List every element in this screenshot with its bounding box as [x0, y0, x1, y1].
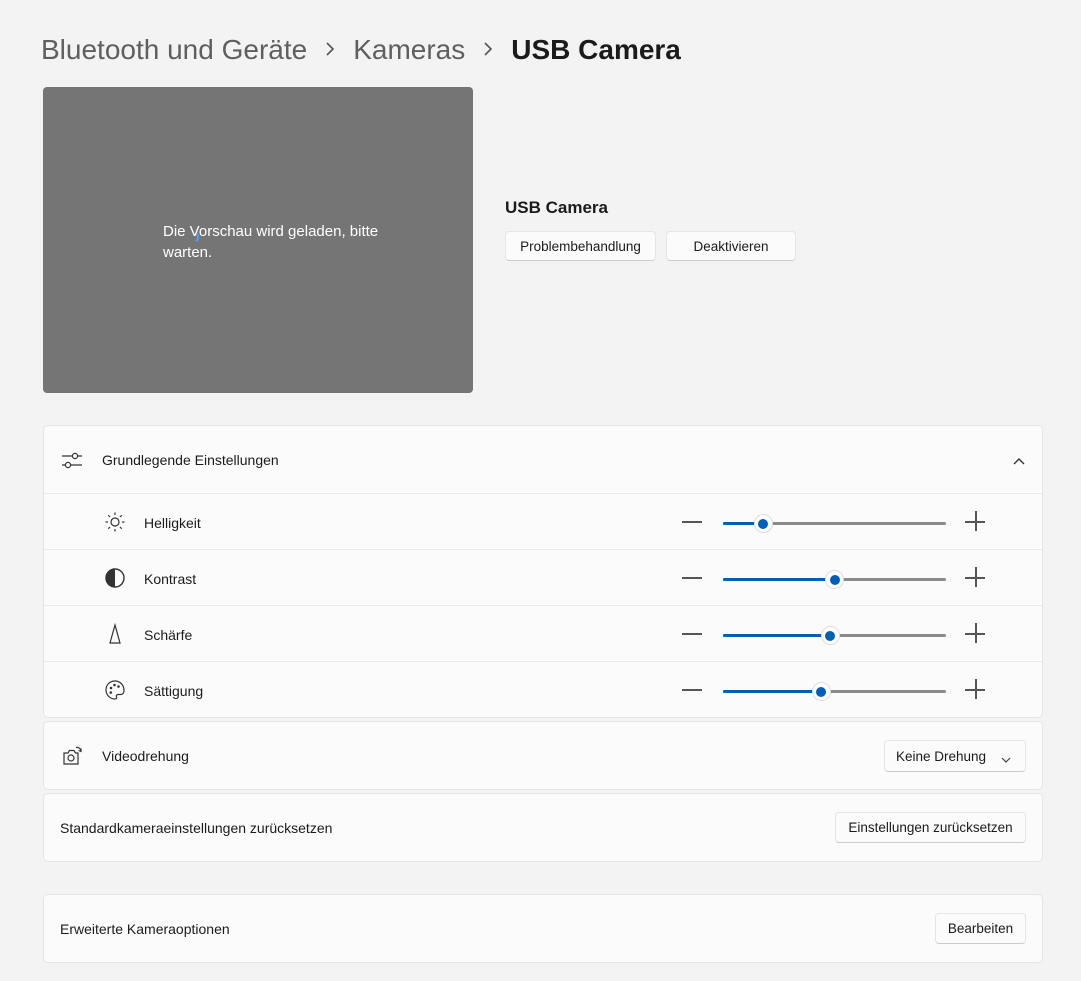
disable-button[interactable]: Deaktivieren — [666, 231, 796, 261]
basic-settings-title: Grundlegende Einstellungen — [102, 452, 279, 468]
basic-settings-header[interactable]: Grundlegende Einstellungen — [44, 426, 1042, 494]
reset-settings-button[interactable]: Einstellungen zurücksetzen — [835, 812, 1026, 843]
reset-label: Standardkameraeinstellungen zurücksetzen — [60, 820, 333, 836]
slider-row-sharpness: Schärfe — [44, 606, 1042, 662]
chevron-right-icon — [325, 30, 335, 70]
contrast-icon — [104, 567, 126, 589]
breadcrumb-current: USB Camera — [511, 34, 681, 65]
breadcrumb-kameras[interactable]: Kameras — [353, 30, 465, 70]
troubleshoot-button[interactable]: Problembehandlung — [505, 231, 656, 261]
slider-thumb[interactable] — [811, 682, 831, 701]
slider-label: Helligkeit — [144, 515, 201, 531]
breadcrumb-bluetooth[interactable]: Bluetooth und Geräte — [41, 30, 307, 70]
slider-row-saturation: Sättigung — [44, 662, 1042, 718]
camera-rotate-icon — [61, 745, 83, 767]
advanced-options-card: Erweiterte Kameraoptionen Bearbeiten — [43, 894, 1043, 963]
increase-button[interactable] — [965, 679, 987, 701]
rotation-select[interactable]: Keine Drehung — [884, 740, 1026, 772]
reset-card: Standardkameraeinstellungen zurücksetzen… — [43, 793, 1043, 862]
increase-button[interactable] — [965, 567, 987, 589]
slider-label: Kontrast — [144, 571, 197, 587]
breadcrumb: Bluetooth und Geräte Kameras USB Camera — [41, 30, 681, 70]
contrast-slider[interactable] — [723, 570, 946, 589]
decrease-button[interactable] — [682, 521, 702, 523]
decrease-button[interactable] — [682, 689, 702, 691]
edit-button[interactable]: Bearbeiten — [935, 913, 1026, 944]
brightness-icon — [104, 511, 126, 533]
rotation-select-value: Keine Drehung — [896, 748, 987, 764]
increase-button[interactable] — [965, 511, 987, 533]
slider-thumb[interactable] — [820, 626, 840, 645]
preview-loading-text: Die Vorschau wird geladen, bitte warten. — [163, 223, 379, 261]
sliders-settings-icon — [61, 450, 83, 472]
brightness-slider[interactable] — [723, 514, 946, 533]
slider-thumb[interactable] — [825, 570, 844, 589]
slider-thumb[interactable] — [753, 514, 773, 533]
palette-icon — [104, 679, 126, 701]
sharpness-slider[interactable] — [723, 626, 946, 645]
slider-label: Sättigung — [144, 683, 204, 699]
advanced-options-label: Erweiterte Kameraoptionen — [60, 921, 230, 937]
slider-label: Schärfe — [144, 627, 193, 643]
camera-preview: Die Vorschau wird geladen, bitte warten. — [43, 87, 473, 393]
chevron-up-icon[interactable] — [1012, 454, 1026, 465]
increase-button[interactable] — [965, 623, 987, 645]
chevron-down-icon — [1001, 752, 1011, 763]
saturation-slider[interactable] — [723, 682, 946, 701]
decrease-button[interactable] — [682, 577, 702, 579]
basic-settings-card: Grundlegende Einstellungen Helligkeit Ko… — [43, 425, 1043, 718]
decrease-button[interactable] — [682, 633, 702, 635]
chevron-right-icon — [483, 30, 493, 70]
sharpness-icon — [104, 622, 126, 645]
device-name: USB Camera — [505, 198, 608, 217]
video-rotation-card: Videodrehung Keine Drehung — [43, 721, 1043, 790]
slider-row-brightness: Helligkeit — [44, 494, 1042, 550]
slider-row-contrast: Kontrast — [44, 550, 1042, 606]
video-rotation-label: Videodrehung — [102, 748, 189, 764]
